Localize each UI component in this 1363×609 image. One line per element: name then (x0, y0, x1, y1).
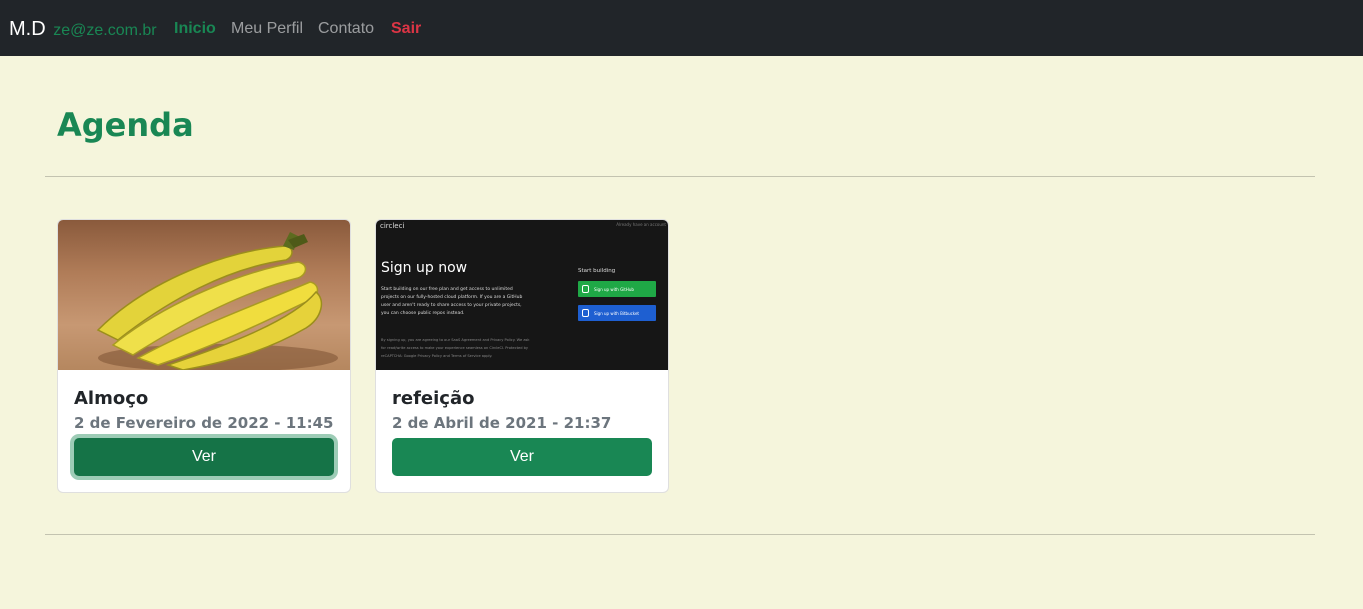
nav-link-meu-perfil[interactable]: Meu Perfil (231, 19, 303, 39)
card-image-banana (58, 220, 350, 370)
navbar-brand[interactable]: M.D ze@ze.com.br (9, 17, 157, 43)
card-image-signup: circleci Already have an account Sign up… (376, 220, 668, 370)
banana-illustration (96, 232, 338, 370)
card-datetime: 2 de Abril de 2021 - 21:37 (392, 414, 612, 432)
user-email: ze@ze.com.br (53, 22, 157, 39)
card-title: Almoço (74, 388, 149, 409)
bitbucket-icon (582, 309, 589, 317)
github-signup-button: Sign up with GitHub (578, 281, 656, 297)
signup-heading: Sign up now (381, 260, 468, 276)
github-signup-label: Sign up with GitHub (594, 286, 634, 292)
bitbucket-signup-label: Sign up with Bitbucket (594, 310, 639, 316)
signup-top-right-text: Already have an account (616, 222, 666, 227)
brand-name: M.D (9, 18, 46, 40)
card-title: refeição (392, 388, 475, 409)
nav-link-sair[interactable]: Sair (391, 19, 421, 39)
agenda-card: circleci Already have an account Sign up… (375, 219, 669, 493)
divider-top (45, 176, 1315, 177)
agenda-card: Almoço 2 de Fevereiro de 2022 - 11:45 Ve… (57, 219, 351, 493)
divider-bottom (45, 534, 1315, 535)
github-icon (582, 285, 589, 293)
bitbucket-signup-button: Sign up with Bitbucket (578, 305, 656, 321)
ver-button[interactable]: Ver (392, 438, 652, 476)
start-building-label: Start building (578, 268, 616, 274)
page-title: Agenda (57, 106, 194, 144)
signup-paragraph: Start building on our free plan and get … (381, 287, 523, 316)
card-datetime: 2 de Fevereiro de 2022 - 11:45 (74, 414, 334, 432)
ver-button[interactable]: Ver (74, 438, 334, 476)
nav-link-inicio[interactable]: Inicio (174, 19, 216, 39)
signup-fine-print: By signing up, you are agreeing to our S… (381, 338, 530, 358)
nav-link-contato[interactable]: Contato (318, 19, 374, 39)
circleci-logo: circleci (380, 222, 405, 230)
navbar: M.D ze@ze.com.br Inicio Meu Perfil Conta… (0, 0, 1363, 56)
